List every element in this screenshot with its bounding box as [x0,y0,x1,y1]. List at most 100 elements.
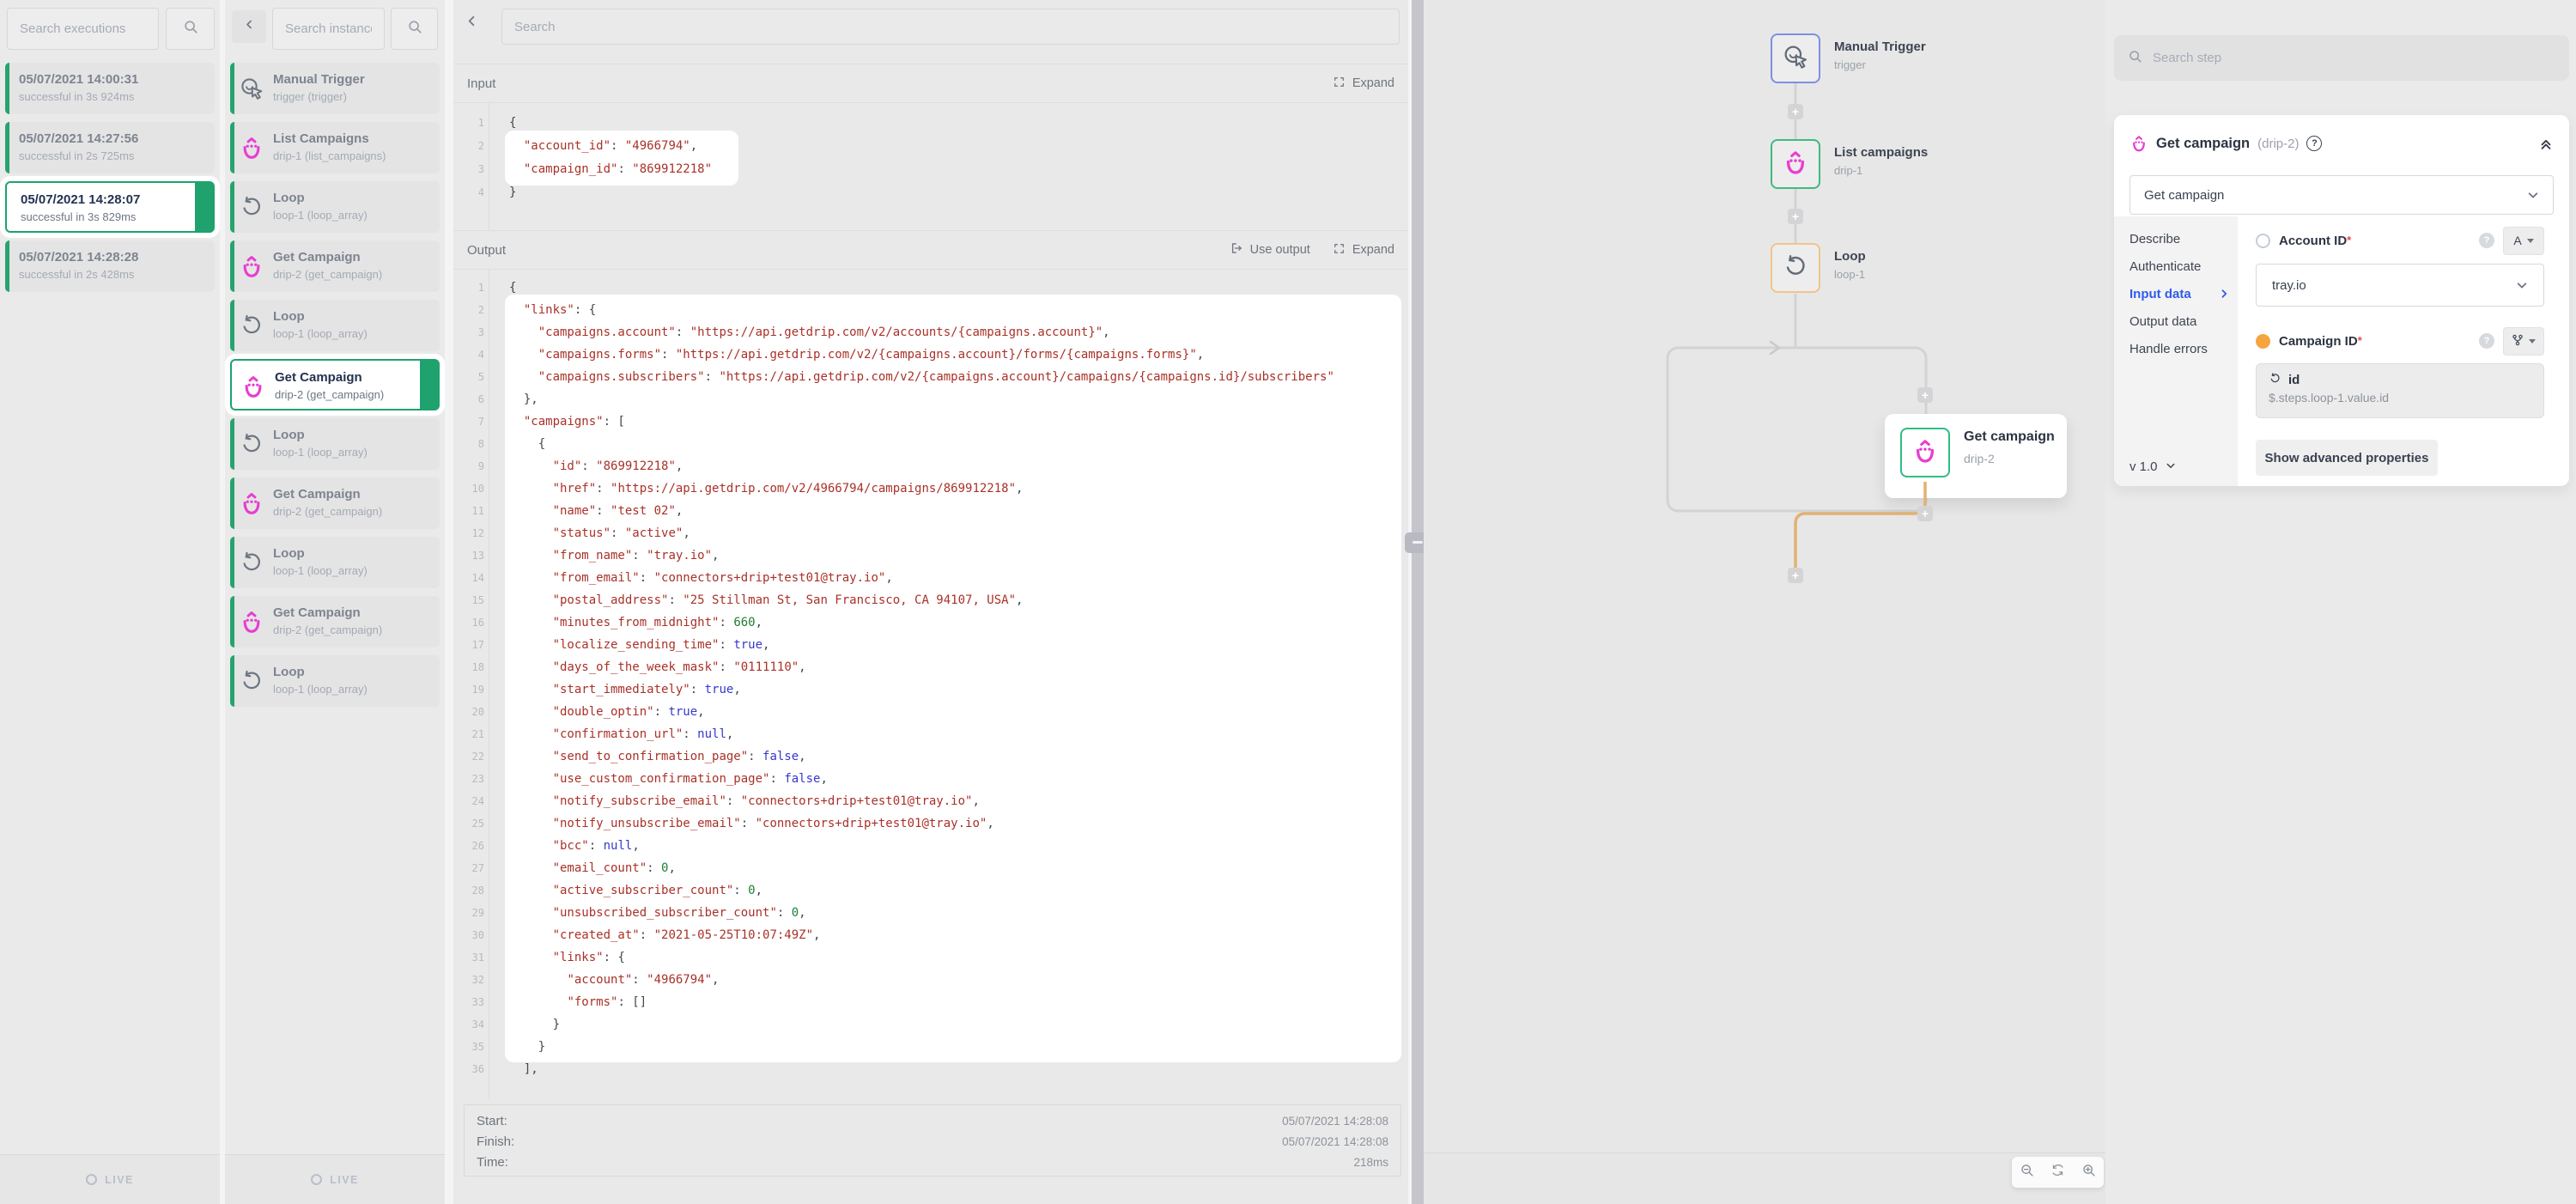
caret-down-icon [2527,239,2534,243]
panel-resize-divider[interactable] [1412,0,1424,1204]
inspector-tab-output-data[interactable]: Output data [2129,307,2238,335]
jsonpath-icon [2512,334,2524,349]
search-executions-input[interactable] [7,8,159,50]
debug-search-input[interactable] [501,9,1400,45]
start-row: Start: 05/07/2021 14:28:08 [477,1110,1388,1131]
version-selector[interactable]: v 1.0 [2129,459,2176,474]
execution-item[interactable]: 05/07/2021 14:27:56 successful in 2s 725… [5,122,215,173]
collapse-panel-icon[interactable] [2538,136,2554,151]
account-id-label: Account ID* [2279,234,2351,248]
step-subtitle: loop-1 (loop_array) [273,444,429,460]
canvas-node-loop[interactable] [1771,243,1820,293]
add-step-button[interactable]: + [1788,104,1803,119]
inspector-tab-handle-errors[interactable]: Handle errors [2129,335,2238,362]
code-line: 32 "account": "4966794", [453,969,1408,991]
field-help-icon[interactable]: ? [2479,333,2494,349]
code-line: 2 "links": { [453,299,1408,321]
account-type-selector[interactable]: A [2503,227,2544,255]
tray-debug-workspace: 05/07/2021 14:00:31 successful in 3s 924… [0,0,2576,1204]
execution-item[interactable]: 05/07/2021 14:00:31 successful in 3s 924… [5,63,215,114]
code-line: 34 } [453,1013,1408,1036]
zoom-out-button[interactable] [2020,1163,2034,1182]
line-number: 18 [453,656,484,678]
radio-circle-icon[interactable] [2256,234,2270,248]
chevron-left-icon[interactable] [465,15,478,32]
input-section-title: Input [467,76,495,91]
campaign-id-jsonpath-chip[interactable]: id $.steps.loop-1.value.id [2256,363,2544,418]
input-json-editor[interactable]: 1{2 "account_id": "4966794",3 "campaign_… [453,103,1408,230]
step-id: (drip-2) [2257,137,2299,151]
code-line: 18 "days_of_the_week_mask": "0111110", [453,656,1408,678]
field-help-icon[interactable]: ? [2479,233,2494,248]
code-line: 12 "status": "active", [453,522,1408,544]
inspector-tab-authenticate[interactable]: Authenticate [2129,252,2238,280]
loop-icon [1782,252,1809,284]
step-item[interactable]: Loop loop-1 (loop_array) [230,418,440,470]
step-title: Get Campaign [273,249,429,266]
add-step-button[interactable]: + [1917,387,1933,403]
collapse-steps-button[interactable] [232,10,266,43]
step-title: Loop [273,545,429,562]
step-item[interactable]: Get Campaign drip-2 (get_campaign) [230,240,440,292]
line-number: 24 [453,790,484,812]
output-expand-button[interactable]: Expand [1333,241,1394,258]
line-number: 21 [453,723,484,745]
line-number: 2 [453,299,484,321]
step-item[interactable]: List Campaigns drip-1 (list_campaigns) [230,122,440,173]
operation-select[interactable]: Get campaign [2129,175,2554,215]
canvas-node-title: List campaigns [1834,145,1928,160]
step-item[interactable]: Get Campaign drip-2 (get_campaign) [230,359,440,410]
use-output-button[interactable]: Use output [1230,241,1310,258]
search-instance-button[interactable] [391,8,438,50]
search-instance-input[interactable] [272,8,385,50]
line-number: 11 [453,500,484,522]
code-line: 30 "created_at": "2021-05-25T10:07:49Z", [453,924,1408,946]
step-item[interactable]: Manual Trigger trigger (trigger) [230,63,440,114]
execution-date: 05/07/2021 14:28:28 [19,249,204,266]
chip-jsonpath: $.steps.loop-1.value.id [2269,391,2531,404]
inspector-tab-input-data[interactable]: Input data [2129,280,2238,307]
canvas-node-manual-trigger[interactable] [1771,33,1820,83]
account-id-select[interactable]: tray.io [2256,264,2544,307]
line-number: 29 [453,902,484,924]
input-expand-button[interactable]: Expand [1333,76,1394,92]
canvas-node-list-campaigns[interactable] [1771,139,1820,189]
step-item[interactable]: Loop loop-1 (loop_array) [230,655,440,707]
campaign-id-label: Campaign ID* [2279,334,2362,349]
zoom-in-button[interactable] [2081,1163,2096,1182]
canvas-node-subtitle: trigger [1834,58,1866,71]
drip-icon [2129,134,2148,153]
execution-item[interactable]: 05/07/2021 14:28:07 successful in 3s 829… [5,181,215,233]
inspector-tab-describe[interactable]: Describe [2129,225,2238,252]
step-item[interactable]: Loop loop-1 (loop_array) [230,537,440,588]
step-item[interactable]: Loop loop-1 (loop_array) [230,300,440,351]
chevron-left-icon [244,19,255,34]
live-icon [311,1174,322,1185]
search-executions-button[interactable] [166,8,215,50]
line-number: 23 [453,768,484,790]
line-number: 14 [453,567,484,589]
code-line: 13 "from_name": "tray.io", [453,544,1408,567]
loop-icon [239,194,264,220]
add-step-button[interactable]: + [1788,568,1803,583]
add-step-button[interactable]: + [1788,209,1803,224]
canvas-node-get-campaign-selected[interactable]: Get campaign drip-2 [1885,414,2067,498]
campaign-type-selector[interactable] [2503,327,2544,356]
loop-icon [2269,372,2281,388]
chevron-right-icon [2219,289,2229,299]
drip-icon [239,135,264,161]
add-step-button[interactable]: + [1917,506,1933,521]
step-item[interactable]: Loop loop-1 (loop_array) [230,181,440,233]
step-subtitle: drip-2 (get_campaign) [273,266,429,283]
workflow-canvas[interactable]: Manual Trigger trigger List campaigns dr… [1424,0,2105,1204]
show-advanced-properties-button[interactable]: Show advanced properties [2256,440,2438,476]
search-step-input[interactable] [2151,50,2555,66]
execution-item[interactable]: 05/07/2021 14:28:28 successful in 2s 428… [5,240,215,292]
step-item[interactable]: Get Campaign drip-2 (get_campaign) [230,596,440,648]
search-step-box[interactable] [2114,35,2569,81]
output-json-editor[interactable]: 1{2 "links": {3 "campaigns.account": "ht… [453,270,1408,1099]
step-item[interactable]: Get Campaign drip-2 (get_campaign) [230,477,440,529]
line-number: 4 [453,344,484,366]
help-icon[interactable]: ? [2306,136,2322,151]
reset-zoom-button[interactable] [2050,1163,2065,1182]
